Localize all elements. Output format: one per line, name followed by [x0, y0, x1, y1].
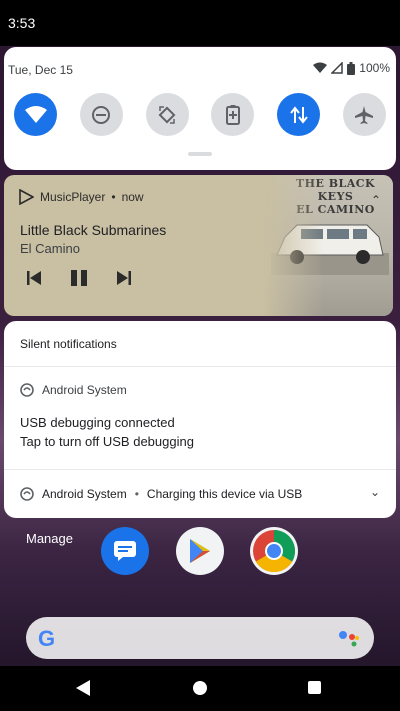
qs-date[interactable]: Tue, Dec 15 [8, 63, 73, 77]
silent-notifications-header: Silent notifications [20, 337, 117, 351]
album-art-fade [263, 175, 323, 316]
media-app-separator: • [111, 190, 116, 204]
skip-previous-icon[interactable] [26, 270, 42, 286]
usb-debugging-text[interactable]: Tap to turn off USB debugging [20, 434, 194, 449]
tile-battery-saver[interactable] [211, 93, 255, 136]
message-bubble-icon [114, 541, 136, 561]
navigation-bar [0, 666, 400, 711]
play-store-app-icon[interactable] [176, 527, 224, 575]
media-album: El Camino [20, 241, 80, 256]
mobile-data-icon [289, 105, 308, 124]
media-expand-icon[interactable]: ⌃ [371, 193, 381, 207]
qs-system-icons: 100% [313, 61, 390, 75]
silent-notifications-group: Silent notifications Android System USB … [4, 321, 396, 518]
media-app-header: MusicPlayer • now [18, 189, 144, 205]
battery-saver-icon [225, 104, 240, 125]
home-icon[interactable] [193, 681, 207, 695]
tile-airplane-mode[interactable] [342, 93, 386, 136]
android-system-icon [20, 383, 34, 397]
manage-notifications-button[interactable]: Manage [26, 531, 73, 546]
usb-debugging-notification-header[interactable]: Android System [20, 383, 127, 397]
google-search-bar[interactable]: G [26, 617, 374, 659]
auto-rotate-icon [158, 105, 176, 124]
status-clock: 3:53 [8, 15, 36, 31]
google-logo-icon: G [38, 626, 56, 651]
battery-icon [347, 61, 356, 75]
charging-notification[interactable]: Android System • Charging this device vi… [20, 487, 302, 501]
notification-app-name: Android System [42, 383, 127, 397]
pause-icon[interactable] [70, 269, 88, 287]
qs-drag-handle[interactable] [188, 152, 212, 156]
divider [4, 469, 396, 470]
tile-wifi[interactable] [14, 93, 57, 136]
tile-auto-rotate[interactable] [145, 93, 189, 136]
status-bar: 3:53 [0, 0, 400, 46]
tile-do-not-disturb[interactable] [79, 93, 123, 136]
media-app-name: MusicPlayer [40, 190, 106, 204]
media-timestamp: now [121, 190, 144, 204]
quick-settings-panel: Tue, Dec 15 100% [4, 47, 396, 170]
media-notification[interactable]: THE BLACK KEYS EL CAMINO MusicPlayer • n… [4, 175, 393, 316]
play-store-icon [190, 539, 210, 563]
divider [4, 366, 396, 367]
qs-tiles [14, 93, 386, 136]
media-controls [26, 269, 132, 287]
notification-app-name: Android System [42, 487, 127, 501]
wifi-signal-icon [313, 62, 328, 73]
recents-icon[interactable] [308, 681, 321, 694]
media-track-title: Little Black Submarines [20, 222, 167, 238]
chrome-app-icon[interactable] [250, 527, 298, 575]
notification-separator: • [134, 487, 139, 501]
messages-app-icon[interactable] [101, 527, 149, 575]
cell-signal-icon [331, 62, 344, 74]
android-system-icon [20, 487, 34, 501]
battery-percent: 100% [359, 61, 390, 75]
music-player-icon [19, 189, 34, 205]
do-not-disturb-icon [92, 105, 111, 124]
airplane-icon [355, 105, 374, 124]
chrome-icon [253, 529, 296, 573]
back-icon[interactable] [76, 680, 90, 696]
tile-mobile-data[interactable] [277, 93, 321, 136]
skip-next-icon[interactable] [116, 270, 132, 286]
usb-debugging-title[interactable]: USB debugging connected [20, 415, 175, 430]
google-assistant-icon[interactable] [338, 629, 360, 647]
charging-text: Charging this device via USB [146, 487, 303, 501]
wifi-icon [24, 105, 47, 123]
chevron-down-icon[interactable]: ⌄ [370, 485, 380, 499]
